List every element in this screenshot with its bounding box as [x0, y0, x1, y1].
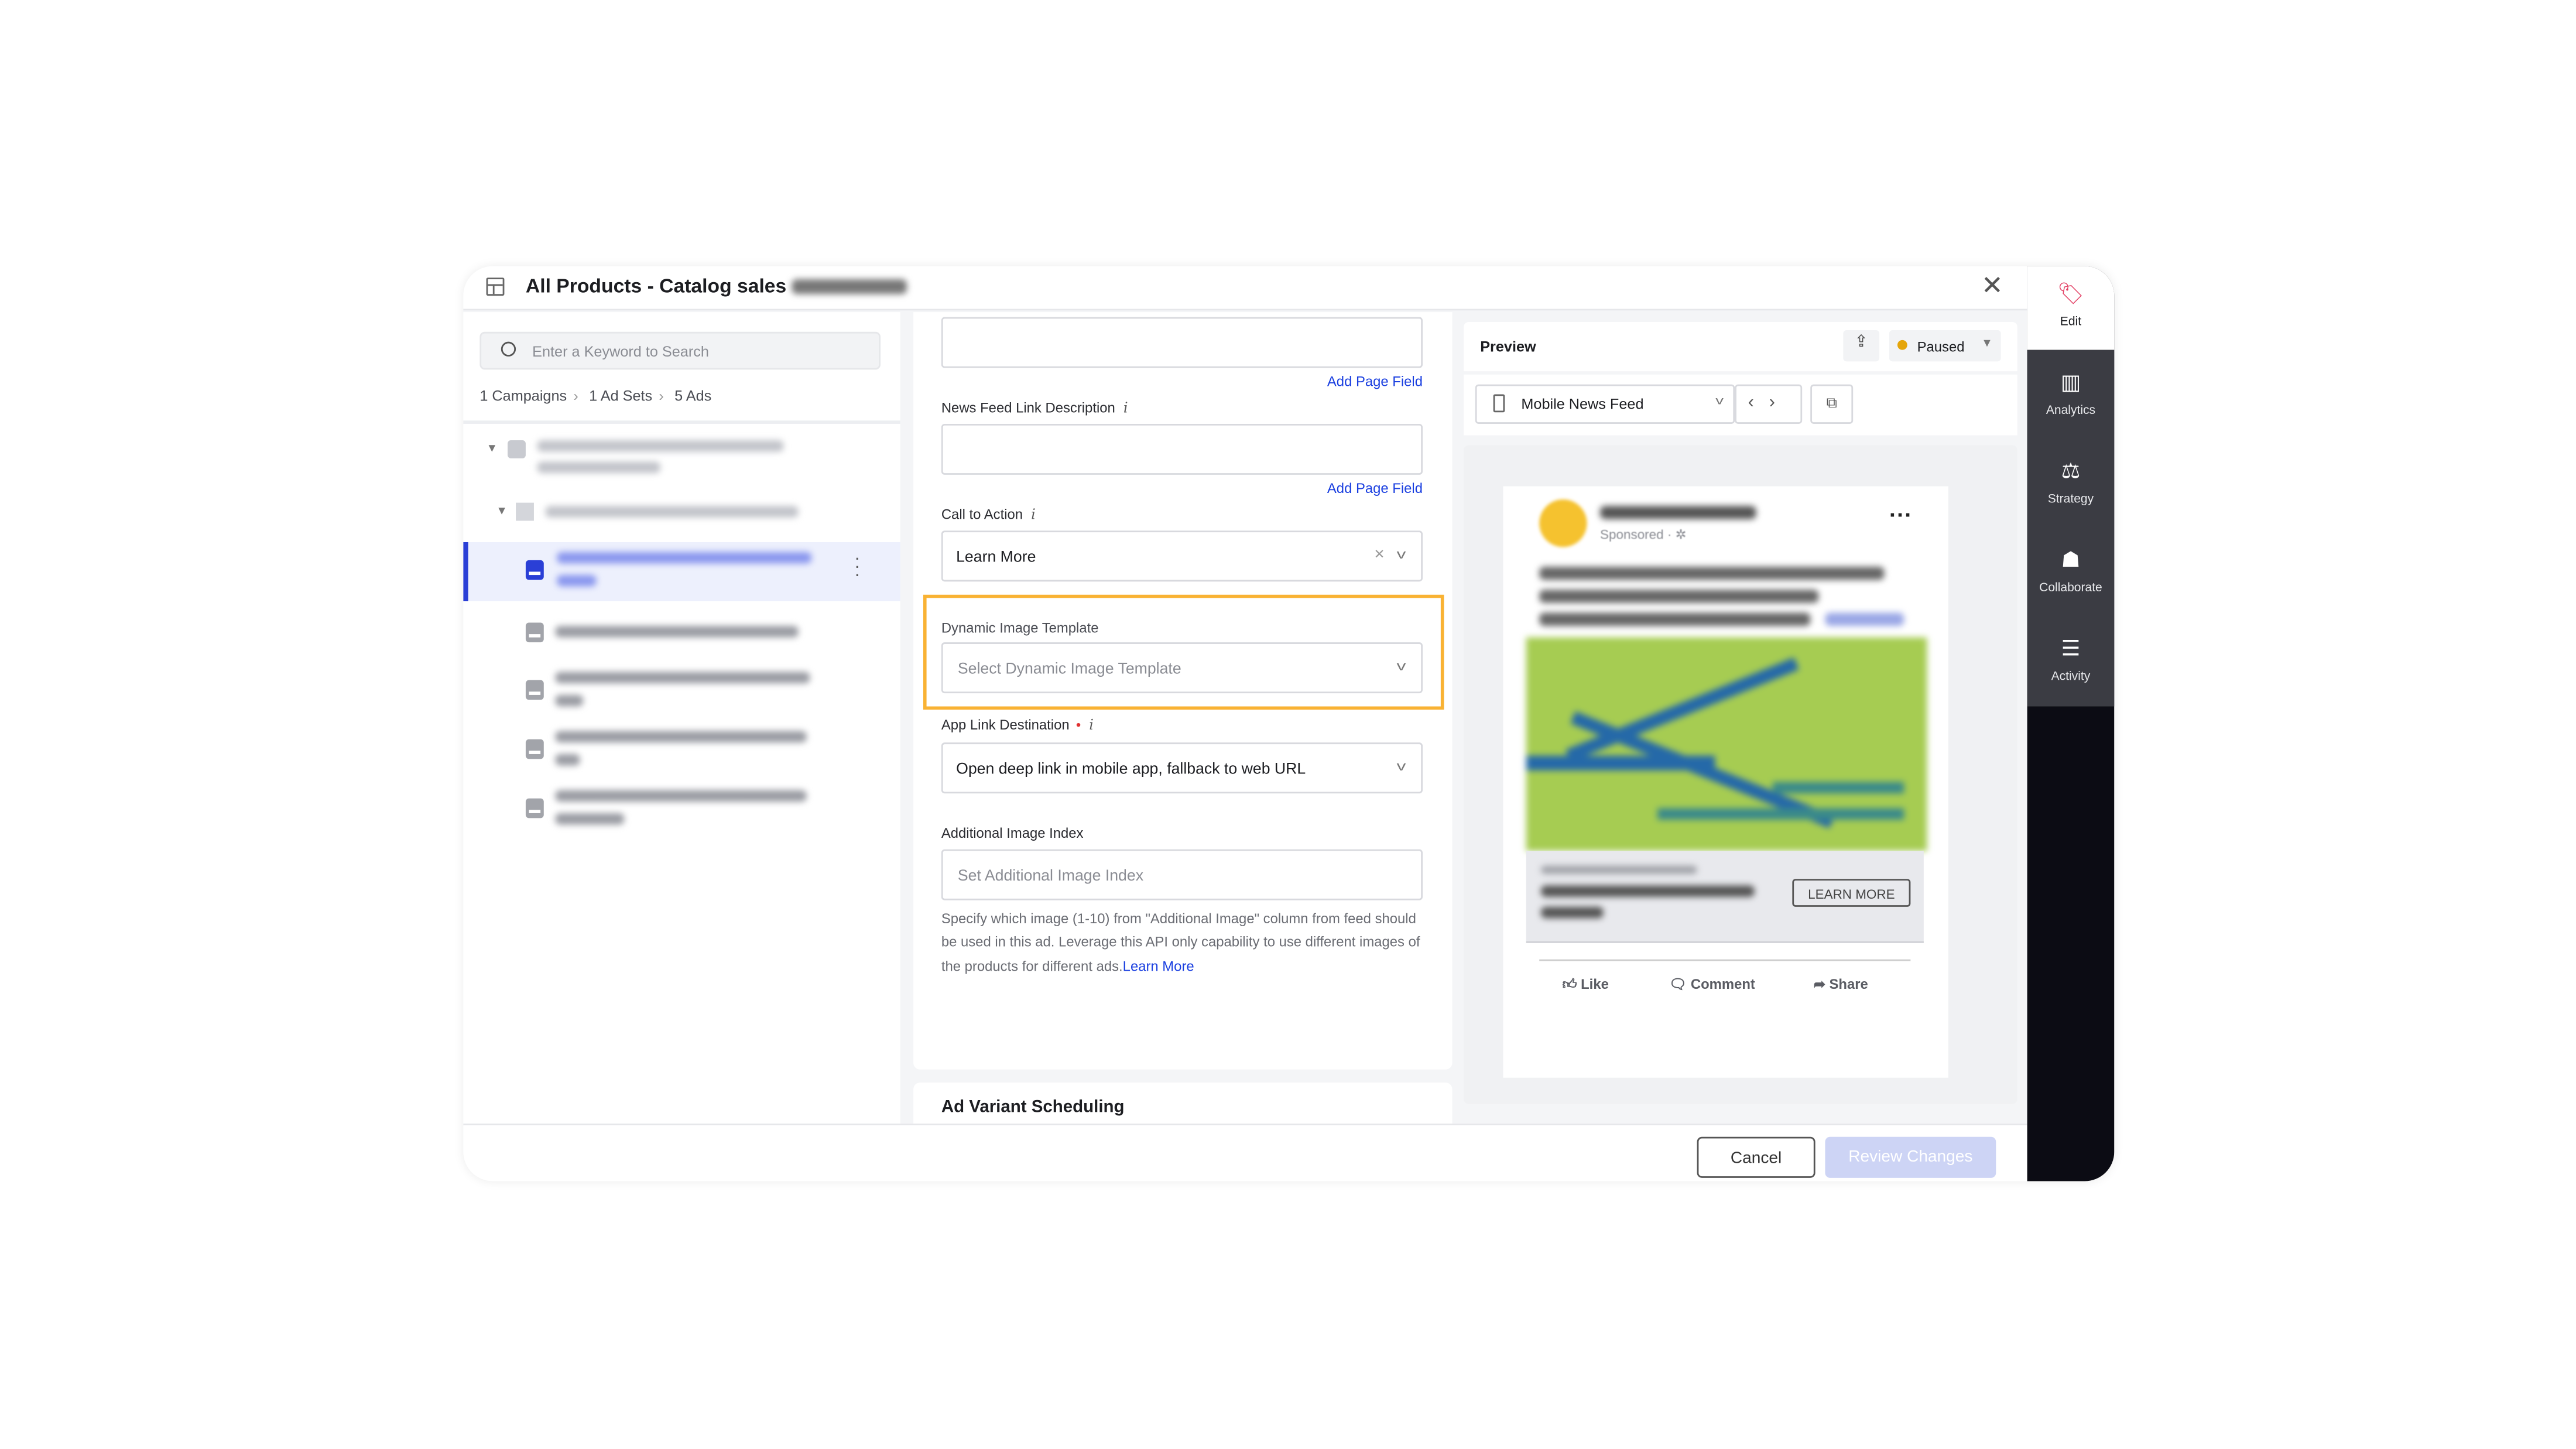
news-feed-link-description-label: News Feed Link Description i [941, 399, 1128, 417]
mobile-icon [1493, 394, 1505, 413]
analytics-icon: ▥ [2060, 369, 2081, 395]
panel-layout-icon[interactable] [486, 278, 505, 296]
call-to-action-select[interactable]: Learn More ✕ v [941, 530, 1423, 582]
breadcrumb-campaigns[interactable]: 1 Campaigns [479, 388, 567, 404]
preview-title: Preview [1480, 338, 1536, 355]
preview-panel: Preview ⇪ Paused ▼ Mobile News Feed v ‹ › … [1464, 321, 2017, 1104]
scale-icon: ⚖ [2061, 458, 2081, 483]
tree-ad[interactable] [463, 726, 900, 775]
breadcrumb-ads[interactable]: 5 Ads [674, 388, 711, 404]
search-placeholder: Enter a Keyword to Search [532, 343, 709, 360]
comment-action[interactable]: 🗨︎ Comment [1669, 976, 1755, 994]
export-icon[interactable]: ⇪ [1843, 330, 1880, 362]
preview-header: Preview ⇪ Paused ▼ [1464, 321, 2017, 372]
additional-image-index-label: Additional Image Index [941, 824, 1084, 841]
rail-edit[interactable]: 🏷︎ Edit [2027, 281, 2115, 328]
search-input[interactable]: Enter a Keyword to Search [479, 331, 881, 370]
tree-ad[interactable] [463, 667, 900, 716]
rail-strategy[interactable]: ⚖ Strategy [2027, 458, 2115, 506]
add-page-field-link[interactable]: Add Page Field [1327, 479, 1423, 496]
chevron-down-icon: v [1396, 759, 1406, 774]
status-dot [1897, 340, 1907, 350]
campaign-tree-panel: Enter a Keyword to Search 1 Campaigns › 1… [463, 312, 900, 1124]
comment-icon: 🗨︎ [1669, 975, 1687, 992]
add-page-field-link[interactable]: Add Page Field [1327, 373, 1423, 389]
additional-image-index-input[interactable]: Set Additional Image Index [941, 849, 1423, 900]
collaborate-icon: ☗ [2061, 547, 2081, 572]
call-to-action-value: Learn More [956, 549, 1036, 567]
clear-icon[interactable]: ✕ [1374, 547, 1385, 561]
chevron-down-icon: v [1714, 396, 1723, 407]
expand-icon[interactable]: ⧉ [1810, 384, 1854, 424]
ad-preview-area: Sponsored · ✲ ··· LEARN MORE 👍︎ Like 🗨︎ … [1464, 445, 2017, 1104]
highlight-box [923, 594, 1444, 710]
right-rail: 🏷︎ Edit ▥ Analytics ⚖ Strategy ☗ Collaborate… [2027, 266, 2115, 1181]
activity-icon: ☰ [2061, 635, 2081, 661]
close-icon[interactable]: ✕ [1981, 269, 2003, 302]
rail-activity[interactable]: ☰ Activity [2027, 636, 2115, 683]
divider [1539, 959, 1911, 961]
select-value: Open deep link in mobile app, fallback t… [956, 761, 1306, 779]
tree-ad-selected[interactable]: · · · [463, 542, 900, 601]
info-icon: i [1123, 400, 1128, 417]
tag-icon: 🏷︎ [2057, 280, 2085, 306]
link-card: LEARN MORE [1526, 851, 1924, 943]
info-icon: i [1031, 508, 1036, 525]
tree-ad[interactable] [463, 618, 900, 650]
tree-campaign[interactable]: ▼ [463, 430, 900, 486]
rail-analytics[interactable]: ▥ Analytics [2027, 369, 2115, 417]
title-text: All Products - Catalog sales [525, 274, 787, 297]
cancel-button[interactable]: Cancel [1697, 1136, 1815, 1178]
preview-toolbar: Mobile News Feed v ‹ › ⧉ [1464, 374, 2017, 436]
modal-title: All Products - Catalog sales [526, 275, 907, 297]
rail-collaborate[interactable]: ☗ Collaborate [2027, 547, 2115, 594]
review-changes-button[interactable]: Review Changes [1825, 1136, 1996, 1178]
share-action[interactable]: ➦ Share [1814, 976, 1868, 994]
ad-editor-modal: All Products - Catalog sales ✕ Enter a K… [463, 266, 2115, 1181]
news-feed-link-description-input[interactable] [941, 423, 1423, 475]
like-action[interactable]: 👍︎ Like [1563, 976, 1609, 994]
info-icon: i [1089, 718, 1094, 735]
sponsored-label: Sponsored · ✲ [1600, 527, 1687, 542]
status-text: Paused [1917, 338, 1965, 355]
chevron-right-icon[interactable]: › [1769, 393, 1775, 413]
placeholder: Set Additional Image Index [957, 867, 1144, 886]
breadcrumb-adsets[interactable]: 1 Ad Sets [589, 388, 652, 404]
thumbs-up-icon: 👍︎ [1562, 975, 1577, 992]
modal-header: All Products - Catalog sales ✕ [463, 266, 2027, 311]
breadcrumb: 1 Campaigns › 1 Ad Sets › 5 Ads [479, 388, 712, 405]
tree-adset[interactable]: ▼ [463, 499, 900, 532]
help-text: Specify which image (1-10) from "Additio… [941, 910, 1420, 974]
chevron-left-icon[interactable]: ‹ [1748, 393, 1754, 413]
learn-more-link[interactable]: Learn More [1123, 957, 1194, 974]
call-to-action-label: Call to Action i [941, 506, 1036, 525]
caret-down-icon: ▼ [1981, 338, 1993, 350]
learn-more-cta-button[interactable]: LEARN MORE [1792, 879, 1911, 907]
more-options-icon[interactable]: · · · [854, 550, 860, 584]
tree-ad[interactable] [463, 785, 900, 834]
status-dropdown[interactable]: Paused ▼ [1889, 330, 2001, 362]
search-icon [501, 341, 516, 357]
divider [463, 420, 900, 424]
page-avatar [1539, 499, 1587, 547]
ad-image [1526, 637, 1927, 851]
chevron-down-icon: v [1396, 547, 1406, 562]
headline-input[interactable] [941, 317, 1423, 368]
placement-value: Mobile News Feed [1521, 396, 1644, 413]
more-icon[interactable]: ··· [1889, 501, 1912, 527]
modal-footer: Cancel Review Changes [463, 1123, 2027, 1181]
app-link-destination-label: App Link Destination • i [941, 716, 1094, 735]
app-link-destination-select[interactable]: Open deep link in mobile app, fallback t… [941, 742, 1423, 794]
share-icon: ➦ [1813, 975, 1825, 992]
prev-next-nav: ‹ › [1735, 384, 1803, 424]
placement-select[interactable]: Mobile News Feed v [1475, 384, 1735, 424]
facebook-post-card: Sponsored · ✲ ··· LEARN MORE 👍︎ Like 🗨︎ … [1503, 486, 1948, 1078]
